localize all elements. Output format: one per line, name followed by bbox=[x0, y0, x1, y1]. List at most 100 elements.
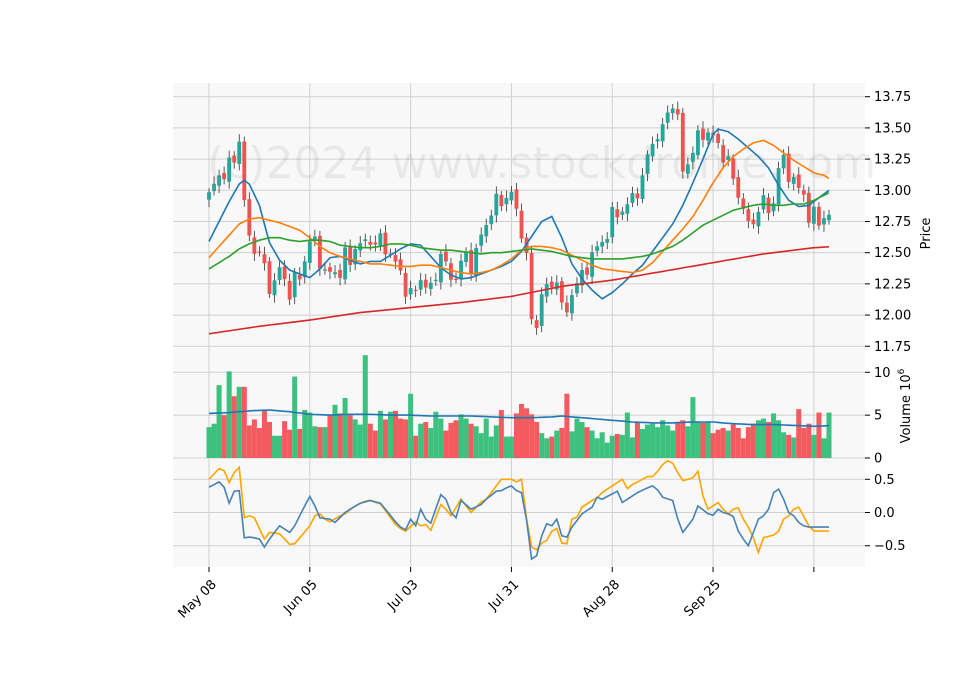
volume-bar bbox=[206, 427, 212, 458]
volume-bar bbox=[266, 422, 273, 458]
candle-body bbox=[292, 272, 297, 298]
candle-body bbox=[307, 241, 312, 263]
volume-bar bbox=[639, 428, 646, 458]
volume-bar bbox=[377, 410, 383, 458]
y-tick-label: 13.50 bbox=[874, 121, 911, 136]
volume-bar bbox=[771, 413, 777, 458]
candle-body bbox=[736, 177, 741, 198]
candle-body bbox=[751, 219, 756, 225]
volume-bar bbox=[261, 410, 267, 458]
x-tick-label: Aug 28 bbox=[580, 577, 623, 620]
volume-bar bbox=[710, 433, 716, 458]
volume-bar bbox=[423, 422, 429, 458]
volume-bar bbox=[589, 430, 595, 458]
volume-bar bbox=[443, 430, 449, 458]
volume-bar bbox=[322, 427, 328, 458]
candle-body bbox=[539, 294, 544, 327]
y-tick-label: 10 bbox=[874, 366, 891, 381]
volume-bar bbox=[660, 420, 666, 458]
volume-bar bbox=[342, 398, 348, 458]
candle-body bbox=[685, 164, 690, 174]
volume-bar bbox=[609, 435, 615, 458]
candle-body bbox=[806, 192, 811, 223]
candle-body bbox=[459, 260, 463, 280]
candle-body bbox=[746, 209, 751, 221]
candle-body bbox=[585, 267, 589, 275]
y-tick-label: 13.75 bbox=[874, 90, 911, 105]
candle-body bbox=[328, 267, 332, 272]
volume-bar bbox=[745, 427, 751, 458]
candle-body bbox=[454, 278, 458, 281]
volume-bar bbox=[317, 427, 323, 458]
candle-body bbox=[378, 233, 383, 247]
volume-bar bbox=[241, 386, 247, 458]
candle-body bbox=[343, 247, 348, 280]
volume-bar bbox=[781, 432, 787, 458]
volume-bar bbox=[715, 429, 721, 458]
volume-bar bbox=[690, 397, 696, 458]
candle-body bbox=[428, 282, 433, 289]
volume-bar bbox=[584, 427, 590, 458]
volume-bar bbox=[337, 413, 343, 458]
candle-body bbox=[267, 261, 272, 294]
volume-bar bbox=[292, 376, 298, 458]
y-tick-label: 0.0 bbox=[874, 506, 895, 521]
panel-price-background bbox=[173, 83, 865, 350]
volume-bar bbox=[629, 437, 635, 458]
candle-body bbox=[564, 302, 569, 313]
volume-bar bbox=[559, 428, 565, 458]
candle-body bbox=[383, 232, 388, 255]
volume-bar bbox=[347, 415, 353, 458]
candle-body bbox=[484, 225, 489, 237]
volume-bar bbox=[297, 428, 303, 458]
candle-body bbox=[655, 139, 660, 142]
candle-body bbox=[232, 155, 237, 163]
volume-bar bbox=[801, 428, 807, 458]
candle-body bbox=[262, 254, 267, 264]
volume-bar bbox=[387, 411, 393, 458]
volume-bar bbox=[463, 418, 469, 458]
candle-body bbox=[701, 128, 705, 140]
candle-body bbox=[731, 158, 736, 179]
y-tick-label: −0.5 bbox=[874, 539, 906, 554]
volume-bar bbox=[806, 423, 812, 458]
candle-body bbox=[212, 183, 216, 192]
candle-body bbox=[373, 242, 378, 245]
y-tick-label: 12.50 bbox=[874, 246, 911, 261]
candle-body bbox=[726, 156, 731, 161]
volume-bar bbox=[624, 412, 630, 458]
stock-chart: 11.75 12.00 12.25 12.50 12.75 13.00 13.25 13.50… bbox=[0, 0, 960, 690]
candle-body bbox=[393, 255, 398, 262]
volume-bar bbox=[327, 414, 333, 458]
candle-body bbox=[549, 281, 554, 288]
candle-body bbox=[605, 238, 610, 243]
volume-bar bbox=[539, 433, 545, 458]
candle-body bbox=[670, 108, 675, 114]
candle-body bbox=[645, 154, 650, 174]
x-tick-label: Jun 05 bbox=[280, 577, 320, 617]
candle-body bbox=[368, 241, 373, 245]
volume-bar bbox=[256, 428, 262, 458]
candle-body bbox=[494, 193, 499, 216]
candle-body bbox=[499, 194, 504, 207]
volume-bar bbox=[468, 423, 474, 458]
volume-bar bbox=[508, 436, 514, 458]
candle-body bbox=[640, 175, 645, 200]
candle-body bbox=[257, 251, 262, 253]
volume-bar bbox=[826, 412, 832, 458]
candle-body bbox=[529, 253, 534, 320]
candle-body bbox=[418, 280, 423, 290]
candle-body bbox=[504, 197, 509, 205]
candle-body bbox=[706, 132, 710, 141]
candle-body bbox=[489, 215, 494, 225]
volume-bar bbox=[816, 412, 822, 458]
candle-body bbox=[408, 288, 413, 295]
volume-bar bbox=[750, 423, 756, 458]
candle-body bbox=[287, 280, 292, 300]
candle-body bbox=[237, 141, 242, 164]
candle-body bbox=[696, 130, 700, 156]
candle-body bbox=[443, 251, 448, 262]
price-axis-title: Price bbox=[919, 218, 934, 250]
volume-bar bbox=[453, 420, 459, 458]
candle-body bbox=[297, 274, 302, 280]
